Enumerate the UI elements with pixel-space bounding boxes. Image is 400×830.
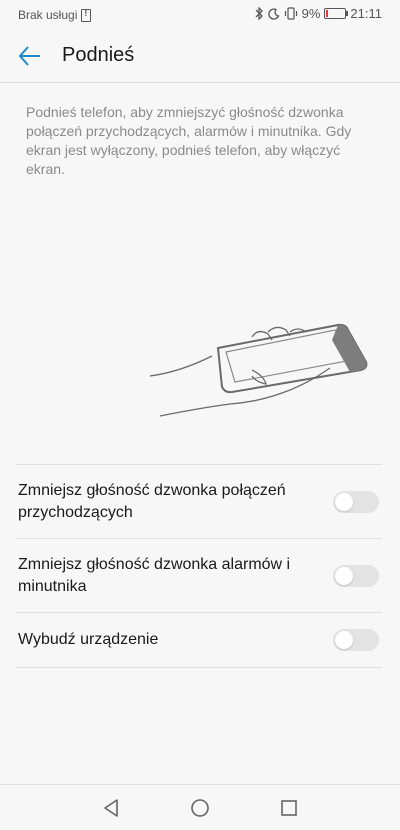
sim-icon <box>81 8 92 22</box>
setting-label: Zmniejsz głośność dzwonka połączeń przyc… <box>18 481 286 521</box>
arrow-left-icon <box>18 46 40 66</box>
setting-label: Zmniejsz głośność dzwonka alarmów i minu… <box>18 555 291 595</box>
setting-row-wake-device[interactable]: Wybudź urządzenie <box>16 613 382 667</box>
vibrate-icon <box>284 7 297 20</box>
reduce-call-ringtone-toggle[interactable] <box>333 490 379 513</box>
status-bar: Brak usługi 9% 21:11 <box>0 0 400 30</box>
feature-description: Podnieś telefon, aby zmniejszyć głośność… <box>26 104 352 177</box>
navigation-bar <box>0 784 400 830</box>
settings-list: Zmniejsz głośność dzwonka połączeń przyc… <box>16 464 382 668</box>
wake-device-toggle[interactable] <box>333 629 379 651</box>
toggle-knob <box>335 566 353 585</box>
reduce-alarm-timer-toggle[interactable] <box>333 564 379 587</box>
battery-icon <box>324 8 349 19</box>
toggle-knob <box>335 492 353 511</box>
page-title: Podnieś <box>62 44 135 66</box>
home-circle-icon[interactable] <box>189 797 211 819</box>
hand-holding-phone-illustration <box>149 323 368 417</box>
battery-percent: 9% <box>301 6 321 21</box>
app-bar: Podnieś <box>0 30 400 83</box>
setting-label: Wybudź urządzenie <box>18 631 159 648</box>
setting-row-reduce-alarm-timer[interactable]: Zmniejsz głośność dzwonka alarmów i minu… <box>16 539 382 612</box>
toggle-knob <box>335 631 353 649</box>
divider <box>16 667 382 668</box>
battery-level-fill <box>326 10 329 17</box>
carrier-text: Brak usługi <box>18 8 78 22</box>
do-not-disturb-moon-icon <box>267 7 280 20</box>
recents-square-icon[interactable] <box>278 797 300 819</box>
back-triangle-icon[interactable] <box>100 797 122 819</box>
status-left: Brak usługi <box>18 8 92 22</box>
clock: 21:11 <box>350 6 382 21</box>
bluetooth-icon <box>255 7 263 20</box>
status-right: 9% 21:11 <box>254 6 382 21</box>
screen: Brak usługi 9% 21:11 <box>0 0 400 830</box>
setting-row-reduce-call-ringtone[interactable]: Zmniejsz głośność dzwonka połączeń przyc… <box>16 465 382 538</box>
back-button[interactable] <box>16 42 44 70</box>
